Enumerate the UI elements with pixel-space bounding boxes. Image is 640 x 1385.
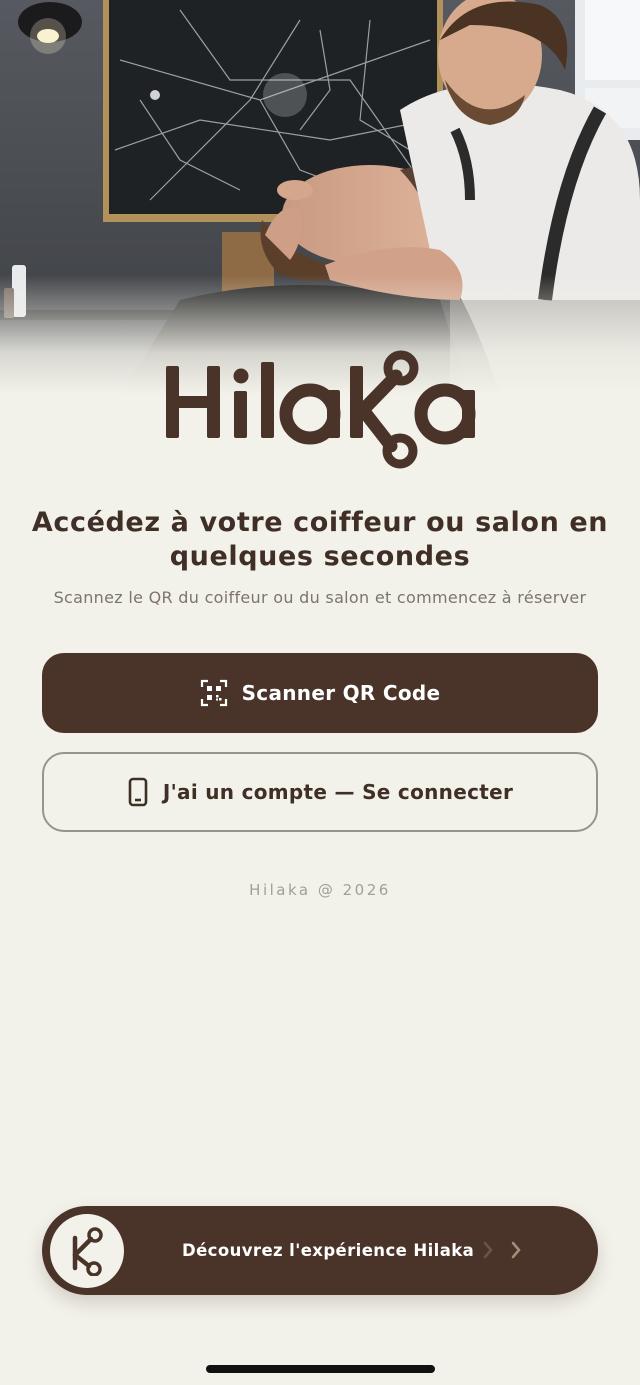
chevron-right-icon — [510, 1240, 522, 1264]
scan-qr-label: Scanner QR Code — [241, 681, 441, 705]
hero-image — [0, 0, 640, 395]
hilaka-monogram-icon — [50, 1214, 124, 1288]
discover-hilaka-button[interactable]: Découvrez l'expérience Hilaka — [42, 1206, 598, 1295]
login-label: J'ai un compte — Se connecter — [162, 780, 514, 804]
home-indicator[interactable] — [206, 1365, 435, 1373]
hilaka-logo — [166, 350, 476, 469]
scan-qr-button[interactable]: Scanner QR Code — [42, 653, 598, 733]
chevron-right-icon — [482, 1240, 494, 1264]
page-subtitle: Scannez le QR du coiffeur ou du salon et… — [53, 588, 587, 607]
copyright-text: Hilaka @ 2026 — [249, 881, 391, 899]
login-button[interactable]: J'ai un compte — Se connecter — [42, 752, 598, 832]
page-title: Accédez à votre coiffeur ou salon en que… — [31, 507, 609, 572]
discover-label: Découvrez l'expérience Hilaka — [182, 1241, 475, 1260]
qr-code-icon — [200, 679, 228, 707]
phone-icon — [127, 777, 149, 807]
